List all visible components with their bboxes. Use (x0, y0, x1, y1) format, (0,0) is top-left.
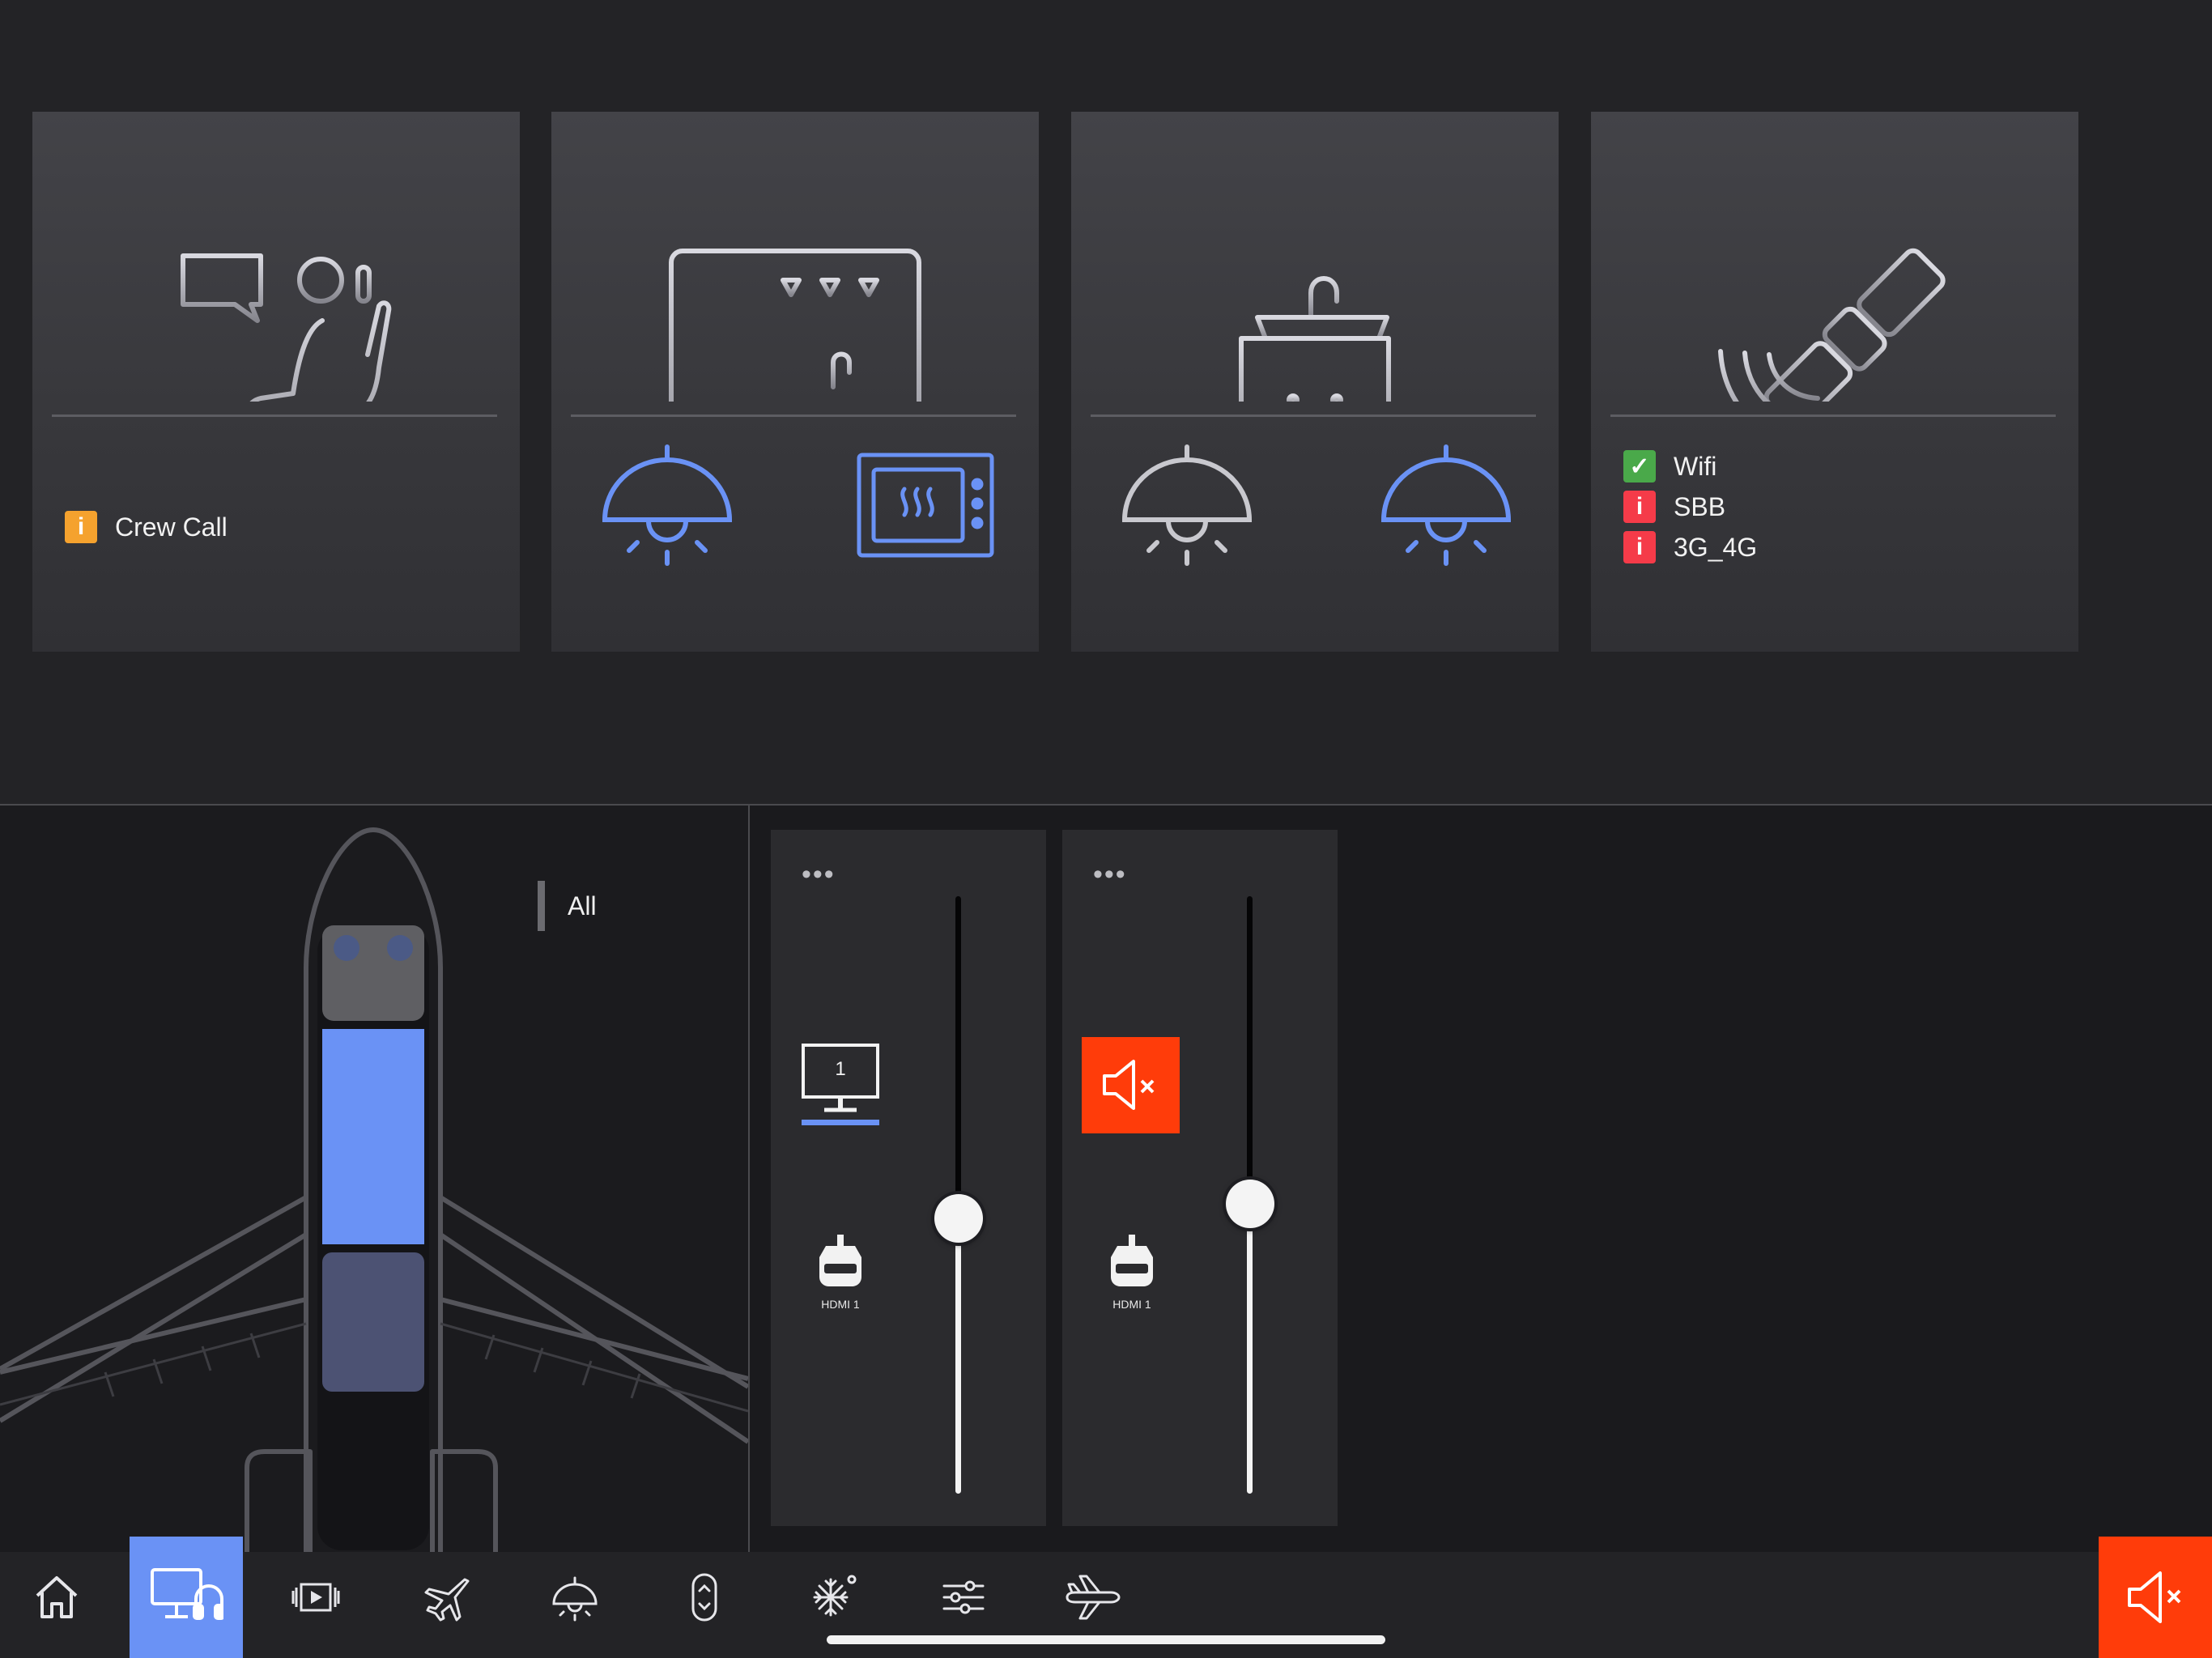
speaker-muted-icon (2128, 1571, 2181, 1623)
cabin-zone-aft[interactable] (322, 1252, 424, 1392)
connectivity-card[interactable]: ✓ Wifi i SBB i 3G_4G (1591, 112, 2078, 652)
monitor-headphones-icon (151, 1568, 223, 1620)
check-badge: ✓ (1623, 450, 1656, 483)
zone-all-selector[interactable]: All (538, 881, 597, 931)
cellular-status: i 3G_4G (1623, 531, 1757, 563)
oven-icon[interactable] (856, 452, 995, 559)
crew-call-status[interactable]: i Crew Call (65, 511, 228, 543)
galley-card[interactable] (551, 112, 1039, 652)
volume-track-filled (955, 1218, 961, 1494)
cabin-map (0, 806, 748, 1552)
media-player-icon (291, 1583, 340, 1612)
channel-mute-button[interactable] (1082, 1037, 1180, 1133)
home-indicator[interactable] (827, 1635, 1385, 1644)
volume-track-upper (1247, 896, 1253, 1204)
error-badge: i (1623, 491, 1656, 523)
source-label: HDMI 1 (1112, 1298, 1151, 1311)
monitor-icon (802, 1044, 879, 1125)
source-label: HDMI 1 (821, 1298, 860, 1311)
volume-slider-thumb[interactable] (1226, 1180, 1274, 1228)
window-shade-icon (691, 1573, 717, 1622)
tab-media-control[interactable] (130, 1537, 243, 1658)
climate-icon (813, 1575, 857, 1617)
sink-cabinet-icon (1224, 276, 1406, 402)
display-selector[interactable]: 1 (800, 1042, 881, 1131)
crew-card[interactable]: i Crew Call (32, 112, 520, 652)
satellite-icon (1718, 248, 1946, 402)
home-icon (36, 1576, 78, 1618)
pendant-lamp-icon[interactable] (1377, 439, 1515, 568)
wifi-label: Wifi (1674, 451, 1717, 481)
tab-window-shade[interactable] (648, 1537, 761, 1658)
pendant-lamp-icon[interactable] (1118, 439, 1256, 568)
card-divider (52, 414, 497, 417)
channel-strip-2: ••• HDMI 1 (1062, 830, 1338, 1526)
zone-indicator (538, 881, 545, 931)
speaker-muted-icon (1103, 1060, 1155, 1110)
tab-flight-map[interactable] (389, 1537, 502, 1658)
lighting-icon (552, 1576, 598, 1622)
card-divider (1091, 414, 1536, 417)
volume-track-filled (1247, 1204, 1253, 1494)
hdmi-connector-icon[interactable] (1106, 1235, 1158, 1291)
info-badge: i (65, 511, 97, 543)
volume-slider-thumb[interactable] (934, 1194, 983, 1243)
card-divider (571, 414, 1016, 417)
error-badge: i (1623, 531, 1656, 563)
zone-all-label: All (568, 891, 597, 920)
global-mute-button[interactable] (2099, 1537, 2212, 1658)
aircraft-outline-icon (0, 827, 748, 1552)
wifi-status: ✓ Wifi (1623, 450, 1716, 483)
tab-lighting[interactable] (518, 1537, 632, 1658)
flight-map-icon (424, 1578, 470, 1622)
lavatory-card[interactable] (1071, 112, 1559, 652)
seat-chat-icon (181, 253, 392, 402)
hdmi-connector-icon[interactable] (815, 1235, 866, 1291)
sbb-label: SBB (1674, 491, 1726, 521)
more-options-icon[interactable]: ••• (1093, 861, 1127, 888)
settings-sliders-icon (942, 1580, 985, 1614)
sbb-status: i SBB (1623, 491, 1725, 523)
more-options-icon[interactable]: ••• (802, 861, 836, 888)
card-divider (1610, 414, 2056, 417)
tab-media-player[interactable] (259, 1537, 372, 1658)
volume-track-upper (955, 896, 961, 1218)
cabin-zone-forward[interactable] (322, 1029, 424, 1244)
cellular-label: 3G_4G (1674, 532, 1758, 562)
galley-icon (669, 249, 921, 402)
aircraft-icon (1066, 1575, 1121, 1620)
channel-strip-1: ••• 1 HDMI 1 (771, 830, 1046, 1526)
tab-home[interactable] (0, 1537, 113, 1658)
crew-call-label: Crew Call (115, 512, 228, 542)
pendant-lamp-icon[interactable] (598, 439, 736, 568)
display-number: 1 (835, 1058, 846, 1080)
